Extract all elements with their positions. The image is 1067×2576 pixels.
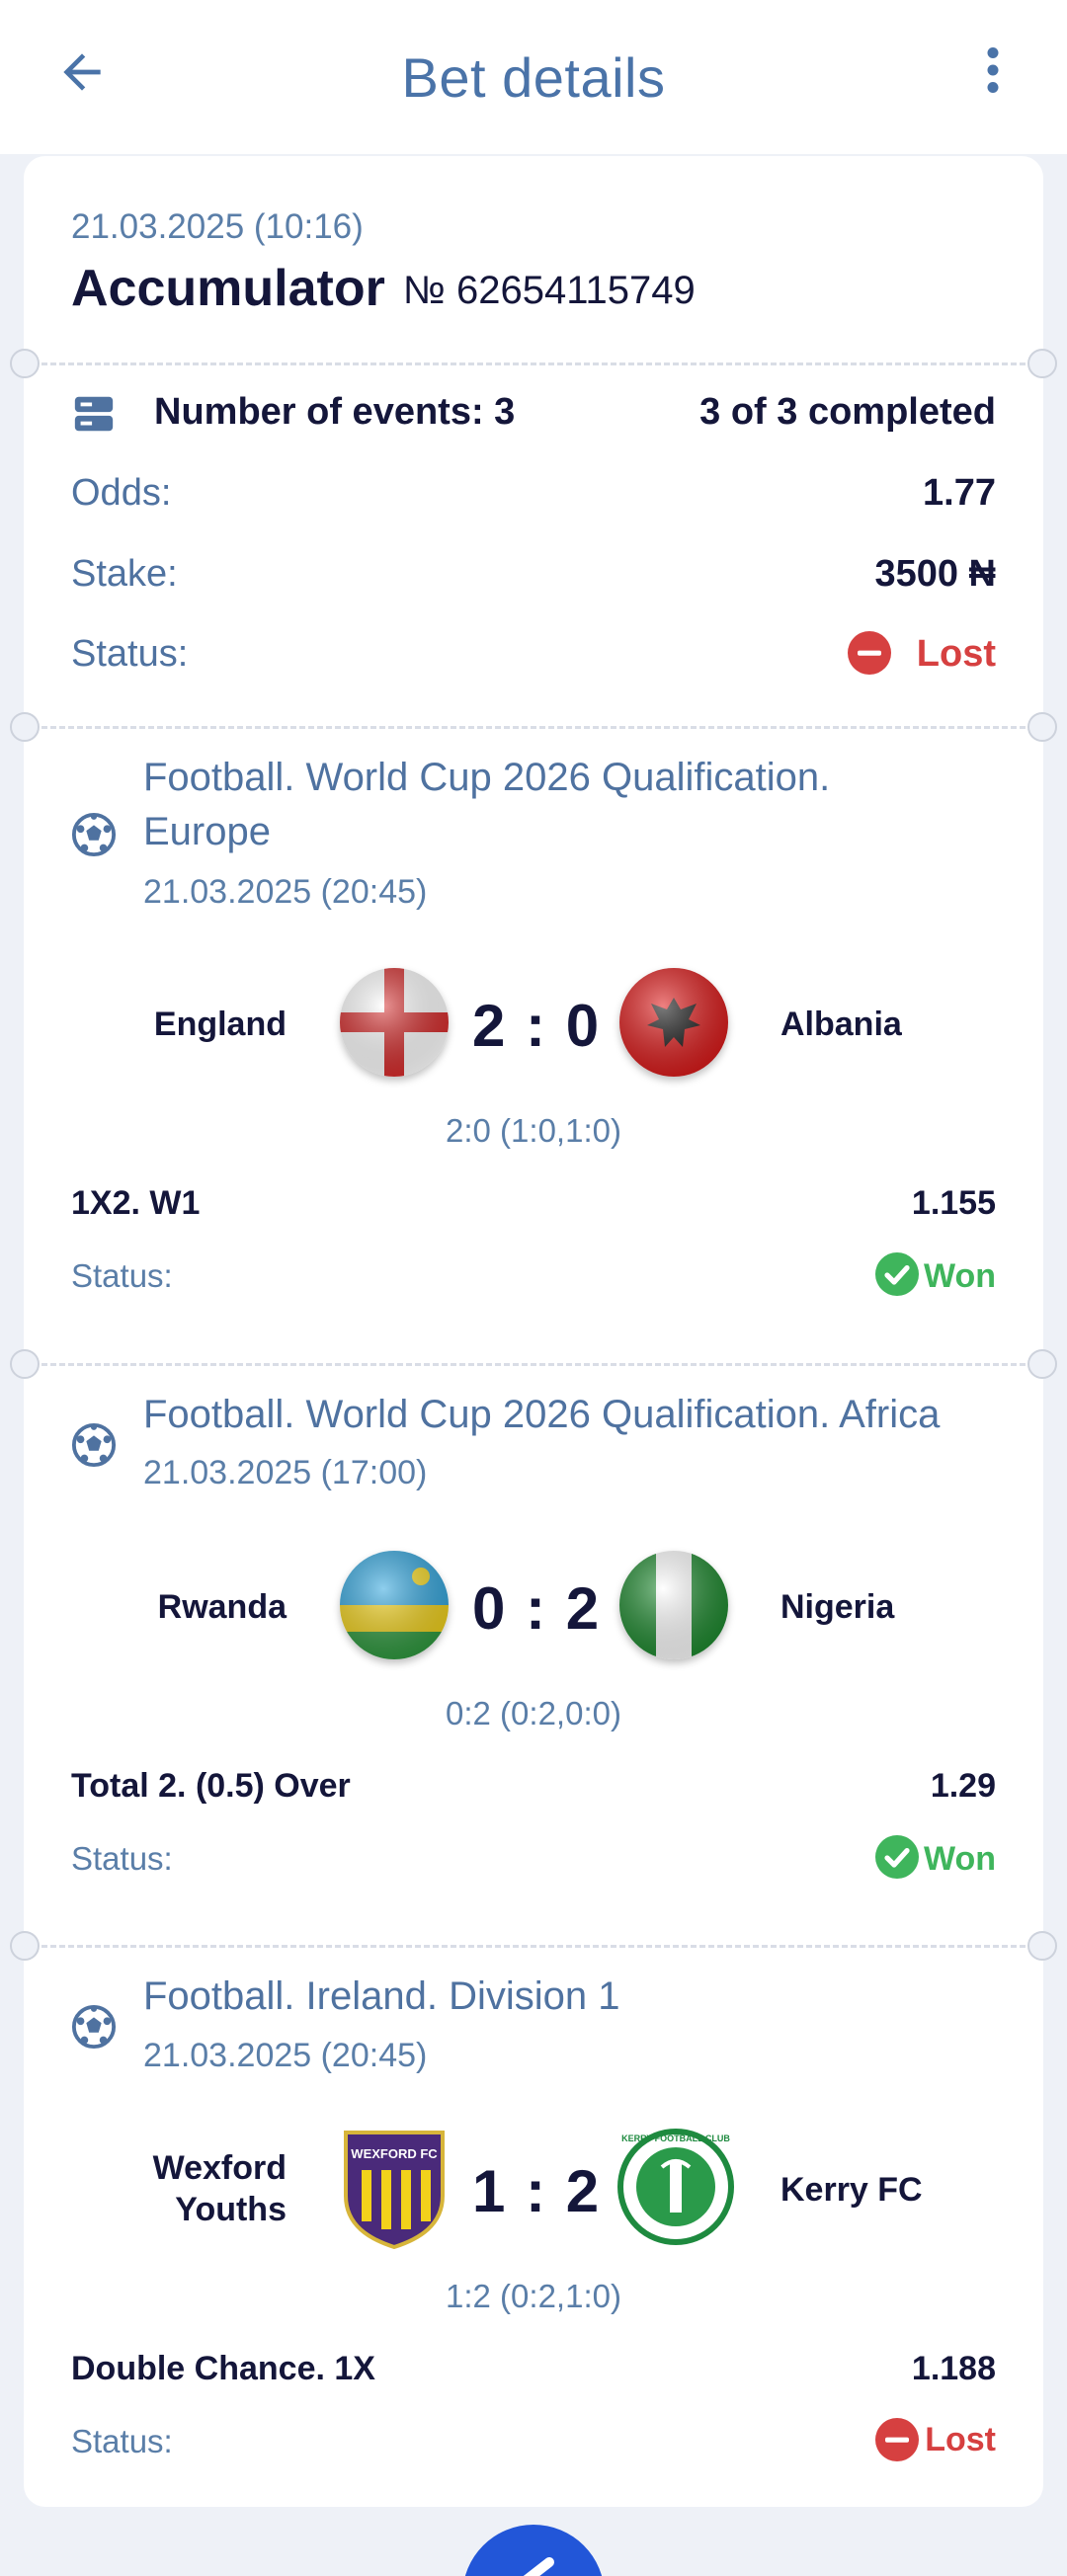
share-fab[interactable] [462,2525,605,2576]
nigeria-flag [619,1551,728,1659]
divider [24,726,1043,729]
bet-market: Total 2. (0.5) Over [71,1767,351,1805]
svg-text:WEXFORD FC: WEXFORD FC [351,2146,438,2161]
more-options-button[interactable] [958,36,1027,105]
odds-label: Odds: [71,472,172,514]
bet-number[interactable]: № 62654115749 [403,269,696,313]
bet-market: Double Chance. 1X [71,2350,375,2387]
ticket-notch [10,1931,40,1961]
football-icon [71,2004,117,2054]
stake-label: Stake: [71,553,178,595]
match-score: 1 : 2 [472,2158,602,2224]
away-team: Nigeria [780,1588,895,1626]
svg-text:KERRY FOOTBALL CLUB: KERRY FOOTBALL CLUB [621,2133,730,2143]
score-detail: 2:0 (1:0,1:0) [446,1112,621,1149]
football-icon [71,1422,117,1473]
ticket-notch [1027,712,1057,742]
app-bar: Bet details [0,0,1067,154]
event-date: 21.03.2025 (20:45) [143,873,428,911]
status-lost-icon [846,629,893,682]
home-team-line2: Youths [175,2191,287,2228]
ticket-notch [10,712,40,742]
event-status-label: Status: [71,1257,173,1294]
odds-value: 1.77 [923,472,996,514]
home-team-line1: Wexford [152,2149,287,2187]
ticket-notch [10,1349,40,1379]
back-arrow-icon [63,53,101,91]
page-title: Bet details [401,45,666,109]
event-league: Football. Ireland. Division 1 [143,1974,620,2018]
event-date: 21.03.2025 (20:45) [143,2037,428,2074]
edit-icon [523,2557,554,2576]
divider [24,1363,1043,1366]
score-detail: 1:2 (0:2,1:0) [446,2278,621,2314]
ticket-notch [1027,1349,1057,1379]
home-team: Rwanda [157,1588,287,1626]
home-team: England [153,1006,287,1043]
events-count: Number of events: 3 [154,391,516,433]
match-score: 2 : 0 [472,993,602,1059]
stake-value: 3500 ₦ [874,553,996,595]
wexford-logo: WEXFORD FC [340,2127,449,2254]
ticket-notch [1027,1931,1057,1961]
status-won-icon [873,1833,921,1886]
rwanda-flag [340,1551,449,1659]
kerry-logo: KERRY FOOTBALL CLUB [616,2128,735,2251]
score-detail: 0:2 (0:2,0:0) [446,1695,621,1731]
status-won-icon [873,1250,921,1303]
bet-coef: 1.155 [911,1184,996,1222]
football-icon [71,812,117,862]
status-label: Status: [71,633,189,675]
away-team: Albania [780,1006,902,1043]
events-completed: 3 of 3 completed [699,391,996,433]
event-status: Won [923,1840,996,1878]
event-status-label: Status: [71,2423,173,2459]
event-date: 21.03.2025 (17:00) [143,1454,428,1491]
divider [24,362,1043,365]
event-league: Football. World Cup 2026 Qualification. [143,756,831,799]
status-lost-icon [873,2416,921,2468]
bet-status: Lost [916,633,996,675]
ticket-notch [1027,349,1057,378]
england-flag [340,968,449,1077]
bet-market: 1X2. W1 [71,1184,201,1222]
bet-type: Accumulator [71,260,385,317]
bet-date: 21.03.2025 (10:16) [71,207,364,246]
event-status: Won [923,1257,996,1295]
event-league: Football. World Cup 2026 Qualification. … [143,1393,941,1436]
event-status: Lost [925,2421,996,2458]
events-list-icon [71,391,117,442]
ticket-notch [10,349,40,378]
back-button[interactable] [49,40,115,105]
event-league-cont: Europe [143,810,271,853]
away-team: Kerry FC [780,2171,923,2209]
albania-flag [619,968,728,1077]
more-vertical-icon [987,47,999,93]
bet-coef: 1.29 [930,1767,996,1805]
event-status-label: Status: [71,1840,173,1877]
bet-coef: 1.188 [911,2350,996,2387]
divider [24,1945,1043,1948]
match-score: 0 : 2 [472,1575,602,1642]
